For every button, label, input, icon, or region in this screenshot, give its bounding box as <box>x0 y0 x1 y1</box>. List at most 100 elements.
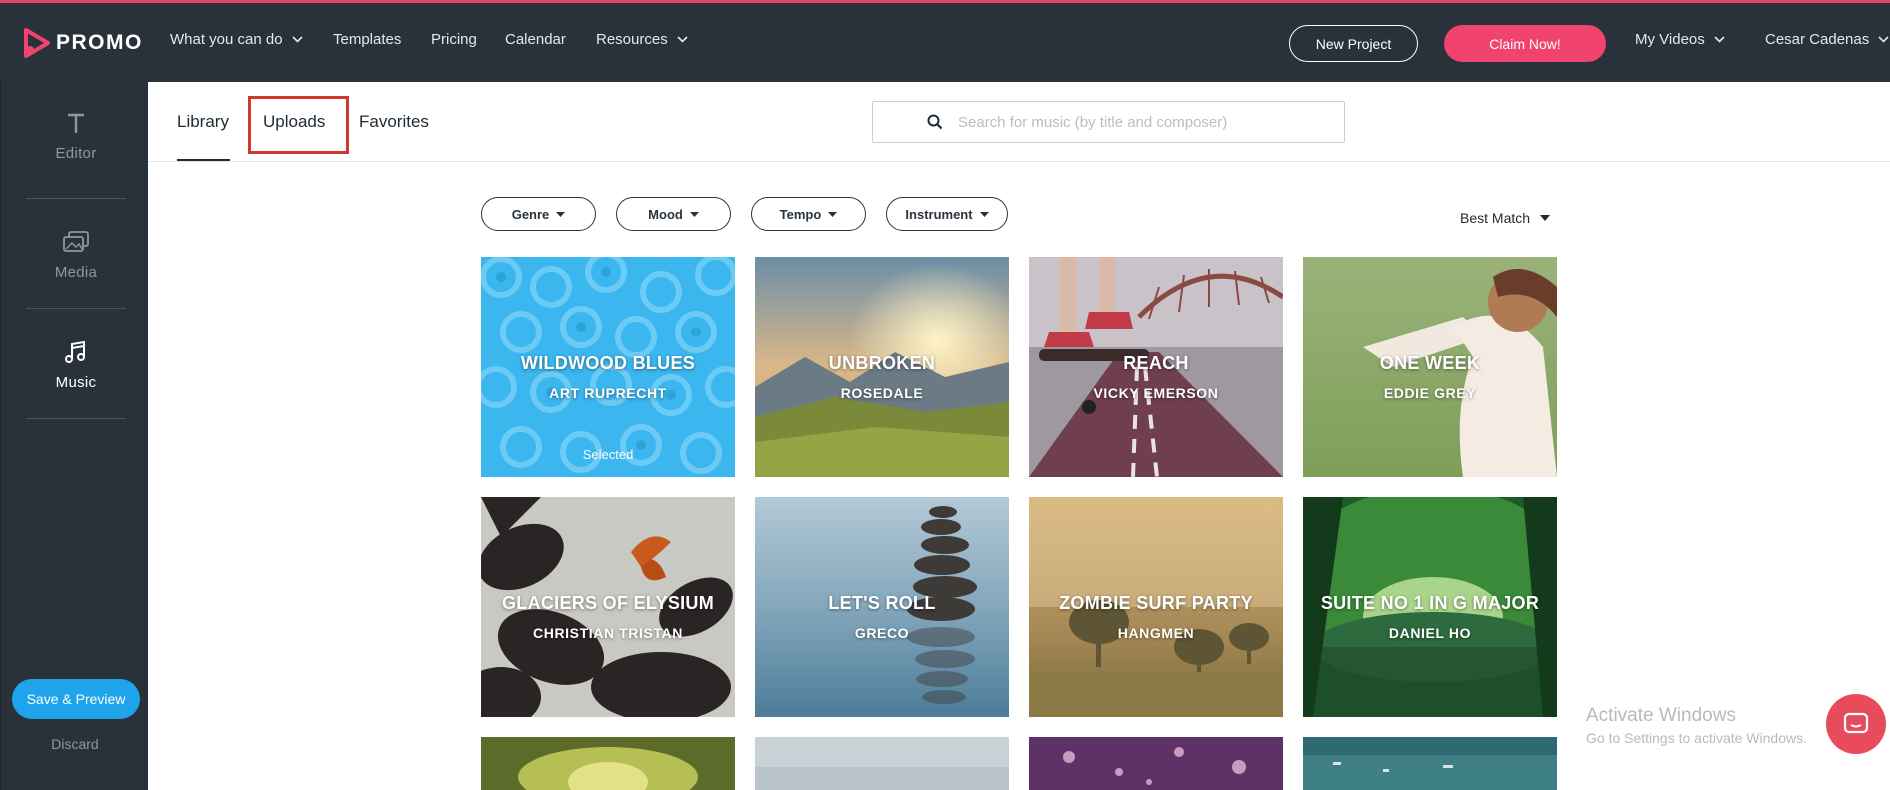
track-title: UNBROKEN <box>828 353 936 373</box>
nav-label: Pricing <box>431 31 477 48</box>
filter-label: Instrument <box>905 206 973 222</box>
track-title: ZOMBIE SURF PARTY <box>1059 593 1253 613</box>
tab-library[interactable]: Library <box>177 112 229 132</box>
tabs-bar: Library Uploads Favorites <box>148 82 1890 162</box>
track-card[interactable] <box>1303 737 1557 790</box>
sidebar-item-media[interactable]: Media <box>26 200 126 310</box>
activate-windows-subtitle: Go to Settings to activate Windows. <box>1586 730 1807 746</box>
instrument-filter[interactable]: Instrument <box>886 197 1008 231</box>
user-menu[interactable]: Cesar Cadenas <box>1765 31 1889 48</box>
track-card[interactable] <box>481 737 735 790</box>
nav-resources[interactable]: Resources <box>596 31 688 48</box>
sidebar-item-editor[interactable]: Editor <box>26 82 126 192</box>
save-preview-button[interactable]: Save & Preview <box>12 679 140 719</box>
track-artist: GRECO <box>854 625 910 641</box>
chevron-down-icon <box>292 36 303 43</box>
chat-launcher-button[interactable] <box>1826 694 1886 754</box>
caret-down-icon <box>556 211 566 217</box>
chevron-down-icon <box>677 36 688 43</box>
sidebar-item-label: Editor <box>55 144 97 162</box>
track-artwork <box>1029 737 1283 790</box>
track-title: ONE WEEK <box>1379 353 1481 373</box>
track-title: SUITE NO 1 IN G MAJOR <box>1320 593 1540 613</box>
sidebar-divider <box>26 308 126 309</box>
active-tab-indicator <box>177 159 230 161</box>
track-title: GLACIERS OF ELYSIUM <box>501 593 715 613</box>
track-artist: HANGMEN <box>1117 625 1195 641</box>
top-navigation-bar: PROMO What you can do Templates Pricing … <box>0 0 1890 82</box>
tab-uploads[interactable]: Uploads <box>263 112 325 132</box>
track-card[interactable]: REACH VICKY EMERSON <box>1029 257 1283 477</box>
my-videos-dropdown[interactable]: My Videos <box>1635 31 1725 48</box>
chat-icon <box>1843 712 1869 734</box>
track-card[interactable]: UNBROKEN ROSEDALE <box>755 257 1009 477</box>
media-icon <box>63 230 89 252</box>
text-icon <box>68 113 84 133</box>
sidebar-divider <box>26 418 126 419</box>
filter-label: Tempo <box>779 206 822 222</box>
caret-down-icon <box>828 211 838 217</box>
track-artist: CHRISTIAN TRISTAN <box>533 625 683 641</box>
sidebar-item-label: Media <box>54 263 98 281</box>
music-panel: Library Uploads Favorites Genre Mood Tem… <box>148 82 1890 790</box>
chevron-down-icon <box>1714 36 1725 43</box>
genre-filter[interactable]: Genre <box>481 197 596 231</box>
new-project-button[interactable]: New Project <box>1289 25 1418 62</box>
nav-label: Calendar <box>505 31 566 48</box>
track-artist: ROSEDALE <box>840 385 924 401</box>
track-artist: DANIEL HO <box>1388 625 1472 641</box>
filter-label: Mood <box>648 206 683 222</box>
track-card[interactable]: ZOMBIE SURF PARTY HANGMEN <box>1029 497 1283 717</box>
filter-label: Genre <box>511 206 550 222</box>
track-artwork <box>1303 737 1557 790</box>
my-videos-label: My Videos <box>1635 31 1705 48</box>
nav-calendar[interactable]: Calendar <box>505 31 566 48</box>
nav-label: Templates <box>333 31 402 48</box>
track-card[interactable]: LET'S ROLL GRECO <box>755 497 1009 717</box>
track-title: WILDWOOD BLUES <box>520 353 696 373</box>
sidebar-divider <box>26 198 126 199</box>
activate-windows-title: Activate Windows <box>1586 705 1736 726</box>
track-card[interactable]: ONE WEEK EDDIE GREY <box>1303 257 1557 477</box>
tempo-filter[interactable]: Tempo <box>751 197 866 231</box>
nav-what-you-can-do[interactable]: What you can do <box>170 31 303 48</box>
sort-label: Best Match <box>1460 210 1531 226</box>
track-title: LET'S ROLL <box>828 593 936 613</box>
promo-logo-icon <box>24 28 50 58</box>
search-icon <box>927 114 943 130</box>
nav-pricing[interactable]: Pricing <box>431 31 477 48</box>
track-card[interactable]: WILDWOOD BLUES ART RUPRECHT Selected <box>481 257 735 477</box>
track-artwork <box>755 737 1009 790</box>
nav-label: What you can do <box>170 31 283 48</box>
search-input[interactable] <box>958 113 1338 131</box>
claim-now-button[interactable]: Claim Now! <box>1444 25 1606 62</box>
promo-logo[interactable]: PROMO <box>24 28 143 58</box>
tab-favorites[interactable]: Favorites <box>359 112 429 132</box>
track-title: REACH <box>1123 353 1189 373</box>
mood-filter[interactable]: Mood <box>616 197 731 231</box>
chevron-down-icon <box>1878 36 1889 43</box>
track-artwork <box>481 737 735 790</box>
track-artist: VICKY EMERSON <box>1093 385 1219 401</box>
brand-name: PROMO <box>56 31 143 54</box>
editor-sidebar: Editor Media Music Save & Preview Discar… <box>0 82 148 790</box>
sidebar-item-label: Music <box>55 373 97 391</box>
music-search[interactable] <box>872 101 1345 143</box>
track-card[interactable] <box>1029 737 1283 790</box>
nav-label: Resources <box>596 31 668 48</box>
sort-dropdown[interactable]: Best Match <box>1460 210 1551 226</box>
caret-down-icon <box>979 211 989 217</box>
track-card[interactable]: SUITE NO 1 IN G MAJOR DANIEL HO <box>1303 497 1557 717</box>
nav-templates[interactable]: Templates <box>333 31 401 48</box>
caret-down-icon <box>1540 215 1551 221</box>
sidebar-item-music[interactable]: Music <box>26 310 126 420</box>
caret-down-icon <box>689 211 699 217</box>
track-artist: EDDIE GREY <box>1383 385 1477 401</box>
track-artist: ART RUPRECHT <box>549 385 667 401</box>
selected-label: Selected <box>582 447 634 462</box>
discard-button[interactable]: Discard <box>1 736 149 752</box>
music-icon <box>65 340 85 363</box>
track-card[interactable] <box>755 737 1009 790</box>
track-card[interactable]: GLACIERS OF ELYSIUM CHRISTIAN TRISTAN <box>481 497 735 717</box>
user-name: Cesar Cadenas <box>1765 31 1870 48</box>
